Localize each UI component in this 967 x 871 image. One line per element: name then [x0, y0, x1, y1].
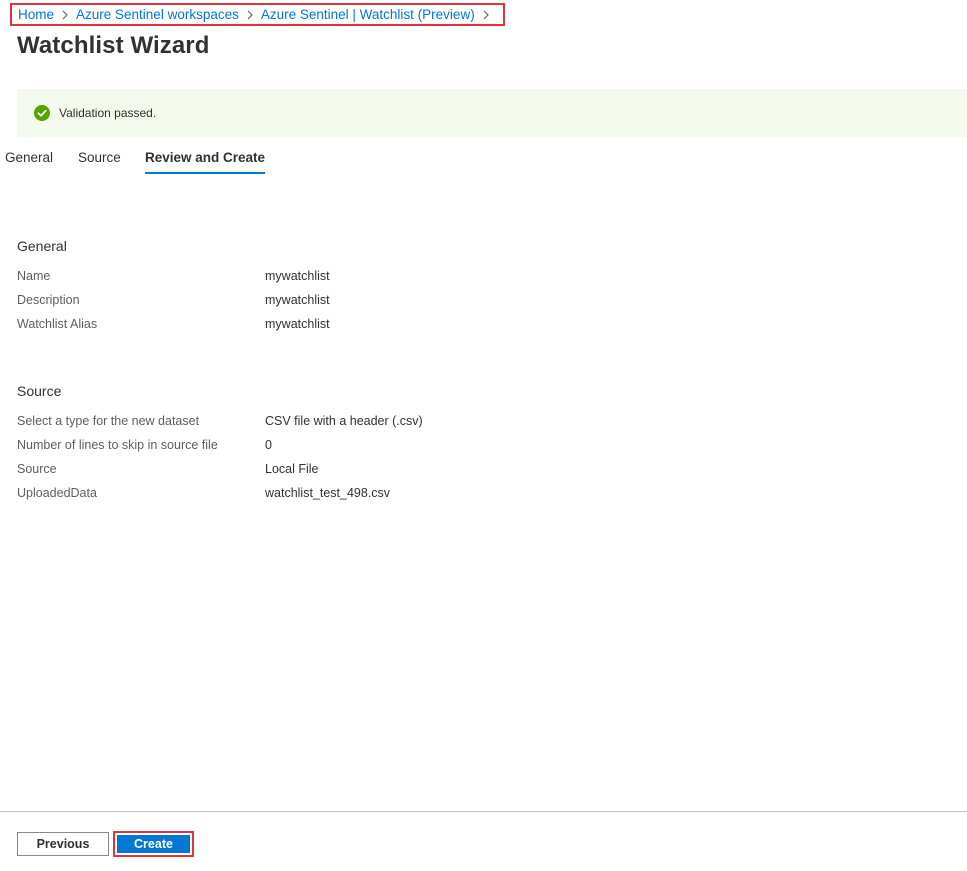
- create-button-highlight: Create: [113, 831, 194, 857]
- summary-row-lines-to-skip: Number of lines to skip in source file 0: [17, 438, 717, 456]
- summary-value: mywatchlist: [265, 269, 330, 283]
- summary-row-dataset-type: Select a type for the new dataset CSV fi…: [17, 414, 717, 432]
- watchlist-wizard-page: Home Azure Sentinel workspaces Azure Sen…: [0, 0, 967, 871]
- tab-source[interactable]: Source: [78, 147, 121, 165]
- chevron-right-icon: [239, 8, 261, 22]
- general-section-heading: General: [17, 238, 67, 254]
- breadcrumb-watchlist-link[interactable]: Azure Sentinel | Watchlist (Preview): [261, 7, 475, 22]
- page-title: Watchlist Wizard: [17, 32, 210, 59]
- summary-value: watchlist_test_498.csv: [265, 486, 391, 500]
- summary-label: Name: [17, 269, 51, 283]
- summary-value: 0: [265, 438, 272, 452]
- summary-row-watchlist-alias: Watchlist Alias mywatchlist: [17, 317, 717, 335]
- breadcrumb-sentinel-workspaces-link[interactable]: Azure Sentinel workspaces: [76, 7, 239, 22]
- tab-general[interactable]: General: [5, 147, 53, 165]
- summary-row-source: Source Local File: [17, 462, 717, 480]
- success-check-icon: [34, 105, 50, 121]
- summary-label: Description: [17, 293, 80, 307]
- summary-label: Watchlist Alias: [17, 317, 98, 331]
- summary-label: UploadedData: [17, 486, 97, 500]
- summary-label: Number of lines to skip in source file: [17, 438, 218, 452]
- summary-row-uploaded-data: UploadedData watchlist_test_498.csv: [17, 486, 717, 504]
- summary-row-name: Name mywatchlist: [17, 269, 717, 287]
- previous-button[interactable]: Previous: [17, 832, 109, 856]
- chevron-right-icon: [54, 8, 76, 22]
- summary-label: Source: [17, 462, 57, 476]
- validation-message: Validation passed.: [59, 106, 157, 120]
- tab-review-and-create[interactable]: Review and Create: [145, 147, 266, 174]
- validation-banner: Validation passed.: [17, 89, 967, 137]
- chevron-right-icon: [475, 8, 497, 22]
- breadcrumb: Home Azure Sentinel workspaces Azure Sen…: [10, 3, 505, 26]
- summary-value: CSV file with a header (.csv): [265, 414, 423, 428]
- summary-value: mywatchlist: [265, 317, 330, 331]
- footer-divider: [0, 811, 967, 812]
- summary-label: Select a type for the new dataset: [17, 414, 200, 428]
- summary-value: mywatchlist: [265, 293, 330, 307]
- source-section-heading: Source: [17, 383, 62, 399]
- summary-row-description: Description mywatchlist: [17, 293, 717, 311]
- create-button[interactable]: Create: [117, 835, 190, 853]
- breadcrumb-home-link[interactable]: Home: [18, 7, 54, 22]
- summary-value: Local File: [265, 462, 319, 476]
